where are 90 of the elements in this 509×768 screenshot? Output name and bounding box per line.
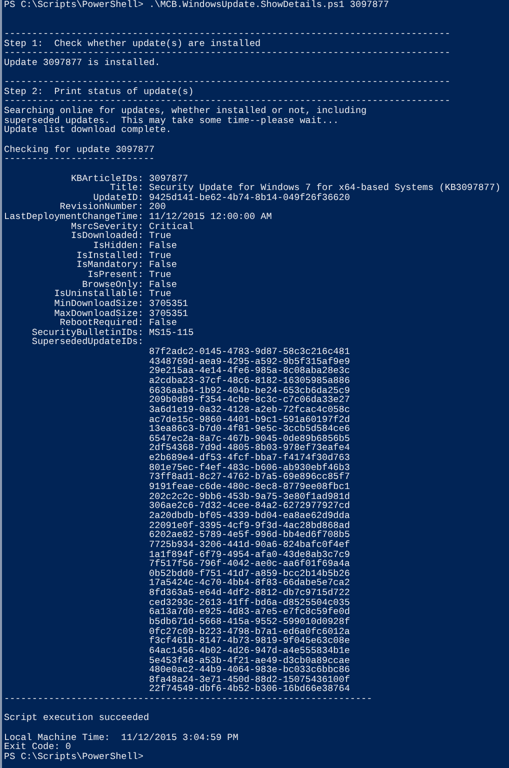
property-value: 3097877 <box>149 174 188 184</box>
list-value: 6202ae82-5789-4e5f-996d-bb4ed6f708b5 <box>149 530 350 540</box>
list-value: ced3293c-2613-41ff-bd6a-d8525504c035 <box>149 598 350 608</box>
list-value: 13ea86c3-b7d0-4f81-9e5c-3ccb5d584ce6 <box>149 424 350 434</box>
property-value: MS15-115 <box>149 328 194 338</box>
list-value: 306ae2c6-7d32-4cee-84a2-6272977927cd <box>149 501 350 511</box>
command-text: .\MCB.WindowsUpdate.ShowDetails.ps1 3097877 <box>149 0 389 10</box>
output-line: Local Machine Time: 11/12/2015 3:04:59 PM <box>4 732 238 742</box>
dashed-rule: --------------------------- <box>4 154 155 164</box>
list-value: 7f517f56-796f-4042-ae0c-aa6f01f69a4a <box>149 559 350 569</box>
property-value: True <box>149 270 172 280</box>
property-name: Title: <box>110 183 144 193</box>
property-name: KBArticleIDs: <box>70 174 144 184</box>
list-value: b5db671d-5668-415a-9552-599010d0928f <box>149 617 350 627</box>
property-name: IsInstalled: <box>76 250 144 260</box>
property-name: BrowseOnly: <box>82 280 144 290</box>
list-value: 5e453f48-a53b-4f21-ae49-d3cb0a89ccae <box>149 656 350 666</box>
property-value: False <box>149 260 177 270</box>
property-name: IsMandatory: <box>76 260 144 270</box>
output-line: Script execution succeeded <box>4 713 150 724</box>
list-value: 2df54368-7d9d-4805-8b03-978ef73eafe4 <box>149 443 350 454</box>
list-value: 3a6d1e19-0a32-4128-a2eb-72fcac4c058c <box>149 404 350 415</box>
list-value: 0fc27c09-b223-4798-b7a1-ed6a0fc6012a <box>149 626 350 636</box>
list-value: 9191feae-c6de-480c-8ec8-8779ee08fbc1 <box>149 482 350 492</box>
property-name: SupersededUpdateIDs: <box>32 337 144 348</box>
list-value: 73ff8ad1-8c27-4762-b7a5-69e896cc85f7 <box>149 472 350 482</box>
list-value: 6547ec2a-8a7c-467b-9045-0de89b6856b5 <box>149 434 350 444</box>
property-name: UpdateID: <box>93 192 144 202</box>
dashed-rule: ------------------------------------------------------------------ <box>4 694 372 704</box>
prompt-text: PS C:\Scripts\PowerShell> <box>4 0 144 10</box>
dashed-rule: -------------------------------------------------------------------------------- <box>4 48 450 58</box>
property-name: RebootRequired: <box>60 318 144 328</box>
property-value: False <box>149 241 177 251</box>
output-line: Step 2: Print status of update(s) <box>4 86 194 96</box>
property-value: True <box>149 289 172 299</box>
list-value: 7725b934-3206-441d-90a6-824bafc0f4ef <box>149 540 350 550</box>
list-value: 2a20dbdb-bf05-4339-bd04-ea8ae62d9dda <box>149 510 350 521</box>
property-value: 3705351 <box>149 298 188 308</box>
output-line: Update list download complete. <box>4 125 172 135</box>
dashed-rule: -------------------------------------------------------------------------------- <box>4 77 450 87</box>
list-value: 801e75ec-f4ef-483c-b606-ab930ebf46b3 <box>149 462 350 472</box>
list-value: 64ac1456-4b02-4d26-947d-a4e555834b1e <box>149 646 350 656</box>
list-value: 6a13a7d0-e925-4d83-a7e5-e7fc8c59fe0d <box>149 607 350 617</box>
property-value: False <box>149 318 177 328</box>
list-value: ac7de15c-9860-4401-b9c1-591a60197f2d <box>149 414 350 424</box>
list-value: a2cdba23-37cf-48c6-8182-16305985a886 <box>149 376 350 386</box>
list-value: 22091e0f-3395-4cf9-9f3d-4ac28bd868ad <box>149 520 350 530</box>
list-value: 8fd363a5-e64d-4df2-8812-db7c9715d722 <box>149 588 350 598</box>
list-value: 1a1f894f-6f79-4954-afa0-43de8ab3c7c9 <box>149 550 350 560</box>
property-name: MinDownloadSize: <box>54 298 144 308</box>
list-value: 17a5424c-4c70-4bb4-8f83-66dabe5e7ca2 <box>149 578 350 588</box>
property-value: Critical <box>149 222 194 232</box>
property-value: 11/12/2015 12:00:00 AM <box>149 212 272 222</box>
property-name: MaxDownloadSize: <box>54 308 144 318</box>
prompt-text: PS C:\Scripts\PowerShell> <box>4 752 144 762</box>
property-value: 200 <box>149 202 166 212</box>
property-name: RevisionNumber: <box>60 202 144 212</box>
list-value: 8fa48a24-3e71-450d-88d2-15075436100f <box>149 674 350 684</box>
property-value: 3705351 <box>149 308 188 318</box>
list-value: e2b689e4-df53-4fcf-bba7-f4174f30d763 <box>149 453 350 463</box>
property-name: IsDownloaded: <box>70 231 144 242</box>
list-value: 0b52bdd0-f751-41d7-a859-bcc2b14b5b26 <box>149 568 350 578</box>
list-value: f3cf461b-8147-4b73-9819-9f045e63c08e <box>149 636 350 646</box>
list-value: 6636aab4-1b92-404b-be24-653cb6da25c9 <box>149 386 350 396</box>
property-value: Security Update for Windows 7 for x64-based Systems (KB3097877) <box>149 183 501 193</box>
property-value: 9425d141-be62-4b74-8b14-049f26f36620 <box>149 192 350 202</box>
dashed-rule: -------------------------------------------------------------------------------- <box>4 96 450 106</box>
list-value: 209b0d89-f354-4cbe-8c3c-c7c06da33e27 <box>149 395 350 405</box>
property-name: IsUninstallable: <box>54 289 144 299</box>
property-name: SecurityBulletinIDs: <box>32 328 144 338</box>
list-value: 480e0ac2-44b9-4064-983e-bc033c6bbc86 <box>149 665 350 675</box>
output-line: Checking for update 3097877 <box>4 144 155 154</box>
output-line: Exit Code: 0 <box>4 742 71 752</box>
list-value: 22f74549-dbf6-4b52-b306-16bd66e38764 <box>149 684 350 694</box>
list-value: 29e215aa-4e14-4fe6-985a-8c08aba28e3c <box>149 366 350 376</box>
output-line: superseded updates. This may take some time--please wait... <box>4 116 339 126</box>
output-line: Searching online for updates, whether installed or not, including <box>4 106 367 116</box>
property-value: True <box>149 250 172 260</box>
output-line: Update 3097877 is installed. <box>4 58 160 68</box>
dashed-rule: -------------------------------------------------------------------------------- <box>4 28 450 39</box>
property-value: True <box>149 231 172 242</box>
property-name: IsPresent: <box>88 270 144 280</box>
list-value: 4348769d-aea9-4295-a592-9b5f315af9e9 <box>149 356 350 366</box>
property-value: False <box>149 280 177 290</box>
list-value: 202c2c2c-9bb6-453b-9a75-3e80f1ad981d <box>149 492 350 502</box>
list-value: 87f2adc2-0145-4783-9d87-58c3c216c481 <box>149 347 350 357</box>
property-name: IsHidden: <box>93 241 144 251</box>
output-line: Step 1: Check whether update(s) are installed <box>4 38 261 48</box>
property-name: LastDeploymentChangeTime: <box>4 212 144 222</box>
property-name: MsrcSeverity: <box>70 222 144 232</box>
